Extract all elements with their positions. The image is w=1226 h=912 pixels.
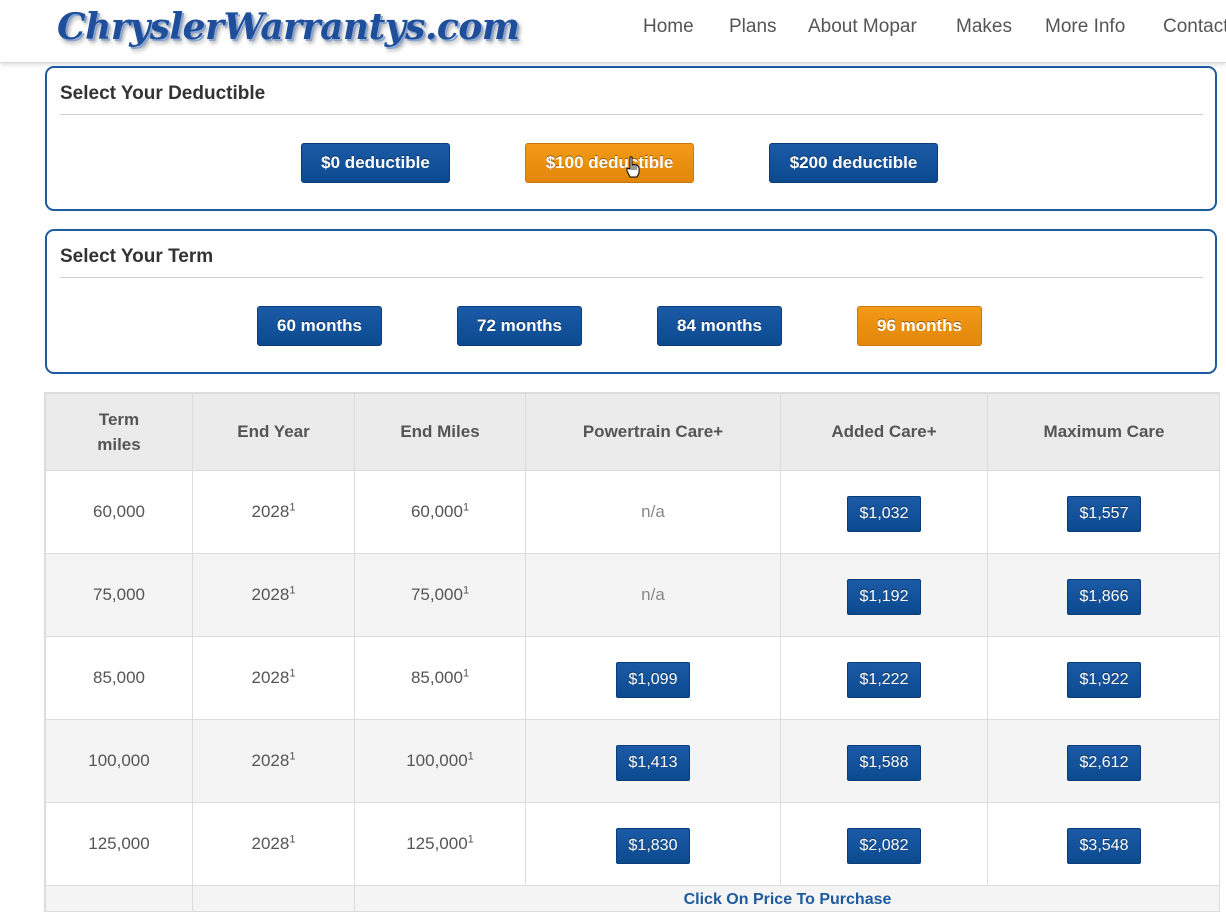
footer-empty-cell	[46, 886, 193, 912]
maximum-price-cell: $1,557	[988, 471, 1221, 554]
header-added-care: Added Care+	[781, 394, 988, 471]
footnote-mark: 1	[289, 501, 295, 513]
term-miles-cell: 100,000	[46, 720, 193, 803]
deductible-100-button[interactable]: $100 deductible	[525, 143, 694, 183]
deductible-panel: Select Your Deductible $0 deductible $10…	[45, 66, 1217, 211]
price-button[interactable]: $3,548	[1067, 828, 1142, 864]
term-84-button[interactable]: 84 months	[657, 306, 782, 346]
price-button[interactable]: $1,557	[1067, 496, 1142, 532]
nav-about-mopar[interactable]: About Mopar	[808, 16, 917, 38]
price-button[interactable]: $1,588	[847, 745, 922, 781]
table-row: 60,000 20281 60,0001 n/a $1,032 $1,557	[46, 471, 1221, 554]
header-maximum-care: Maximum Care	[988, 394, 1221, 471]
term-panel: Select Your Term 60 months 72 months 84 …	[45, 229, 1217, 374]
end-year-cell: 20281	[193, 637, 355, 720]
pricing-table: Term miles End Year End Miles Powertrain…	[44, 392, 1220, 912]
divider	[60, 277, 1203, 278]
added-price-cell: $1,192	[781, 554, 988, 637]
deductible-0-button[interactable]: $0 deductible	[301, 143, 450, 183]
header-powertrain-care: Powertrain Care+	[526, 394, 781, 471]
maximum-price-cell: $1,866	[988, 554, 1221, 637]
powertrain-price-cell: n/a	[526, 471, 781, 554]
nav-more-info[interactable]: More Info	[1045, 16, 1125, 38]
term-miles-cell: 60,000	[46, 471, 193, 554]
end-miles-cell: 60,0001	[355, 471, 526, 554]
nav-home[interactable]: Home	[643, 16, 694, 38]
added-price-cell: $1,588	[781, 720, 988, 803]
end-year-cell: 20281	[193, 803, 355, 886]
price-button[interactable]: $1,830	[616, 828, 691, 864]
price-button[interactable]: $1,413	[616, 745, 691, 781]
table-footer-row: Click On Price To Purchase	[46, 886, 1221, 912]
term-miles-cell: 75,000	[46, 554, 193, 637]
header-end-year: End Year	[193, 394, 355, 471]
term-title: Select Your Term	[60, 246, 213, 268]
main-nav: Home Plans About Mopar Makes More Info C…	[0, 16, 1226, 40]
price-button[interactable]: $1,192	[847, 579, 922, 615]
term-miles-cell: 125,000	[46, 803, 193, 886]
table-row: 85,000 20281 85,0001 $1,099 $1,222 $1,92…	[46, 637, 1221, 720]
nav-makes[interactable]: Makes	[956, 16, 1012, 38]
purchase-instructions-link[interactable]: Click On Price To Purchase	[684, 891, 892, 908]
end-miles-cell: 75,0001	[355, 554, 526, 637]
maximum-price-cell: $3,548	[988, 803, 1221, 886]
powertrain-price-cell: $1,413	[526, 720, 781, 803]
end-year-cell: 20281	[193, 720, 355, 803]
footer-empty-cell	[193, 886, 355, 912]
deductible-200-button[interactable]: $200 deductible	[769, 143, 938, 183]
footnote-mark: 1	[468, 750, 474, 762]
price-button[interactable]: $1,032	[847, 496, 922, 532]
powertrain-price-cell: $1,099	[526, 637, 781, 720]
site-header: ChryslerWarrantys.com Home Plans About M…	[0, 0, 1226, 63]
footnote-mark: 1	[289, 667, 295, 679]
added-price-cell: $1,032	[781, 471, 988, 554]
term-72-button[interactable]: 72 months	[457, 306, 582, 346]
added-price-cell: $2,082	[781, 803, 988, 886]
hand-cursor-icon	[626, 156, 640, 178]
powertrain-price-cell: $1,830	[526, 803, 781, 886]
powertrain-price-cell: n/a	[526, 554, 781, 637]
end-year-cell: 20281	[193, 471, 355, 554]
term-96-button[interactable]: 96 months	[857, 306, 982, 346]
term-miles-cell: 85,000	[46, 637, 193, 720]
divider	[60, 114, 1203, 115]
price-button[interactable]: $1,922	[1067, 662, 1142, 698]
deductible-title: Select Your Deductible	[60, 83, 265, 105]
price-button[interactable]: $2,082	[847, 828, 922, 864]
header-term-miles: Term miles	[46, 394, 193, 471]
footnote-mark: 1	[468, 833, 474, 845]
footnote-mark: 1	[463, 667, 469, 679]
footnote-mark: 1	[289, 750, 295, 762]
end-miles-cell: 100,0001	[355, 720, 526, 803]
header-end-miles: End Miles	[355, 394, 526, 471]
table-row: 75,000 20281 75,0001 n/a $1,192 $1,866	[46, 554, 1221, 637]
table-header-row: Term miles End Year End Miles Powertrain…	[46, 394, 1221, 471]
footnote-mark: 1	[289, 584, 295, 596]
end-miles-cell: 85,0001	[355, 637, 526, 720]
end-year-cell: 20281	[193, 554, 355, 637]
footnote-mark: 1	[463, 501, 469, 513]
footnote-mark: 1	[289, 833, 295, 845]
end-miles-cell: 125,0001	[355, 803, 526, 886]
price-button[interactable]: $2,612	[1067, 745, 1142, 781]
added-price-cell: $1,222	[781, 637, 988, 720]
table-row: 125,000 20281 125,0001 $1,830 $2,082 $3,…	[46, 803, 1221, 886]
maximum-price-cell: $2,612	[988, 720, 1221, 803]
maximum-price-cell: $1,922	[988, 637, 1221, 720]
footnote-mark: 1	[463, 584, 469, 596]
table-row: 100,000 20281 100,0001 $1,413 $1,588 $2,…	[46, 720, 1221, 803]
footer-link-cell: Click On Price To Purchase	[355, 886, 1221, 912]
nav-contact[interactable]: Contact	[1163, 16, 1226, 38]
nav-plans[interactable]: Plans	[729, 16, 777, 38]
price-button[interactable]: $1,099	[616, 662, 691, 698]
price-button[interactable]: $1,866	[1067, 579, 1142, 615]
term-60-button[interactable]: 60 months	[257, 306, 382, 346]
price-button[interactable]: $1,222	[847, 662, 922, 698]
